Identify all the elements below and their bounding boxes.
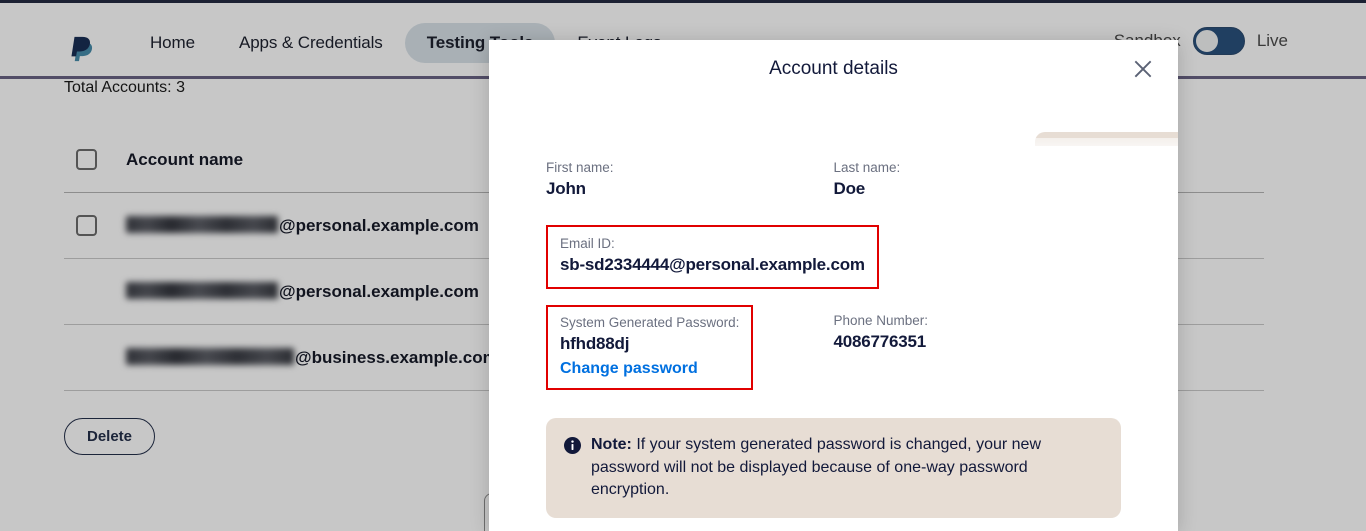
close-icon[interactable]: [1130, 56, 1156, 82]
password-value: hfhd88dj: [560, 334, 630, 353]
close-icon-glyph: [1134, 60, 1152, 78]
modal-title: Account details: [769, 58, 898, 79]
account-details-modal: Account details First name: John Last na…: [489, 40, 1178, 531]
scroll-fade: [489, 138, 1178, 158]
last-name-value: Doe: [833, 179, 866, 198]
phone-field: Phone Number: 4086776351: [834, 305, 1122, 390]
note-prefix: Note:: [591, 436, 632, 453]
first-name-field: First name: John: [546, 160, 834, 199]
password-phone-row: System Generated Password: hfhd88dj Chan…: [546, 305, 1121, 390]
note-text: Note: If your system generated password …: [591, 434, 1103, 502]
password-label: System Generated Password:: [560, 315, 740, 330]
note-body: If your system generated password is cha…: [591, 436, 1041, 499]
screen: Home Apps & Credentials Testing Tools Ev…: [0, 0, 1366, 531]
phone-label: Phone Number:: [833, 313, 929, 328]
email-id-value: sb-sd2334444@personal.example.com: [560, 255, 865, 274]
first-name-label: First name:: [546, 160, 614, 175]
last-name-field: Last name: Doe: [834, 160, 1122, 199]
email-row: Email ID: sb-sd2334444@personal.example.…: [546, 225, 1121, 289]
modal-body: First name: John Last name: Doe Email ID…: [489, 160, 1178, 531]
first-name-value: John: [546, 179, 586, 198]
phone-value: 4086776351: [833, 332, 927, 351]
password-note-box: Note: If your system generated password …: [546, 418, 1121, 519]
names-row: First name: John Last name: Doe: [546, 160, 1121, 199]
last-name-label: Last name:: [833, 160, 901, 175]
password-field: System Generated Password: hfhd88dj Chan…: [546, 305, 834, 390]
email-id-label: Email ID:: [560, 236, 615, 251]
modal-header: Account details: [489, 40, 1178, 98]
info-icon: [564, 437, 581, 454]
change-password-link[interactable]: Change password: [560, 360, 739, 378]
email-highlight-box: Email ID: sb-sd2334444@personal.example.…: [546, 225, 879, 289]
password-highlight-box: System Generated Password: hfhd88dj Chan…: [546, 305, 754, 390]
